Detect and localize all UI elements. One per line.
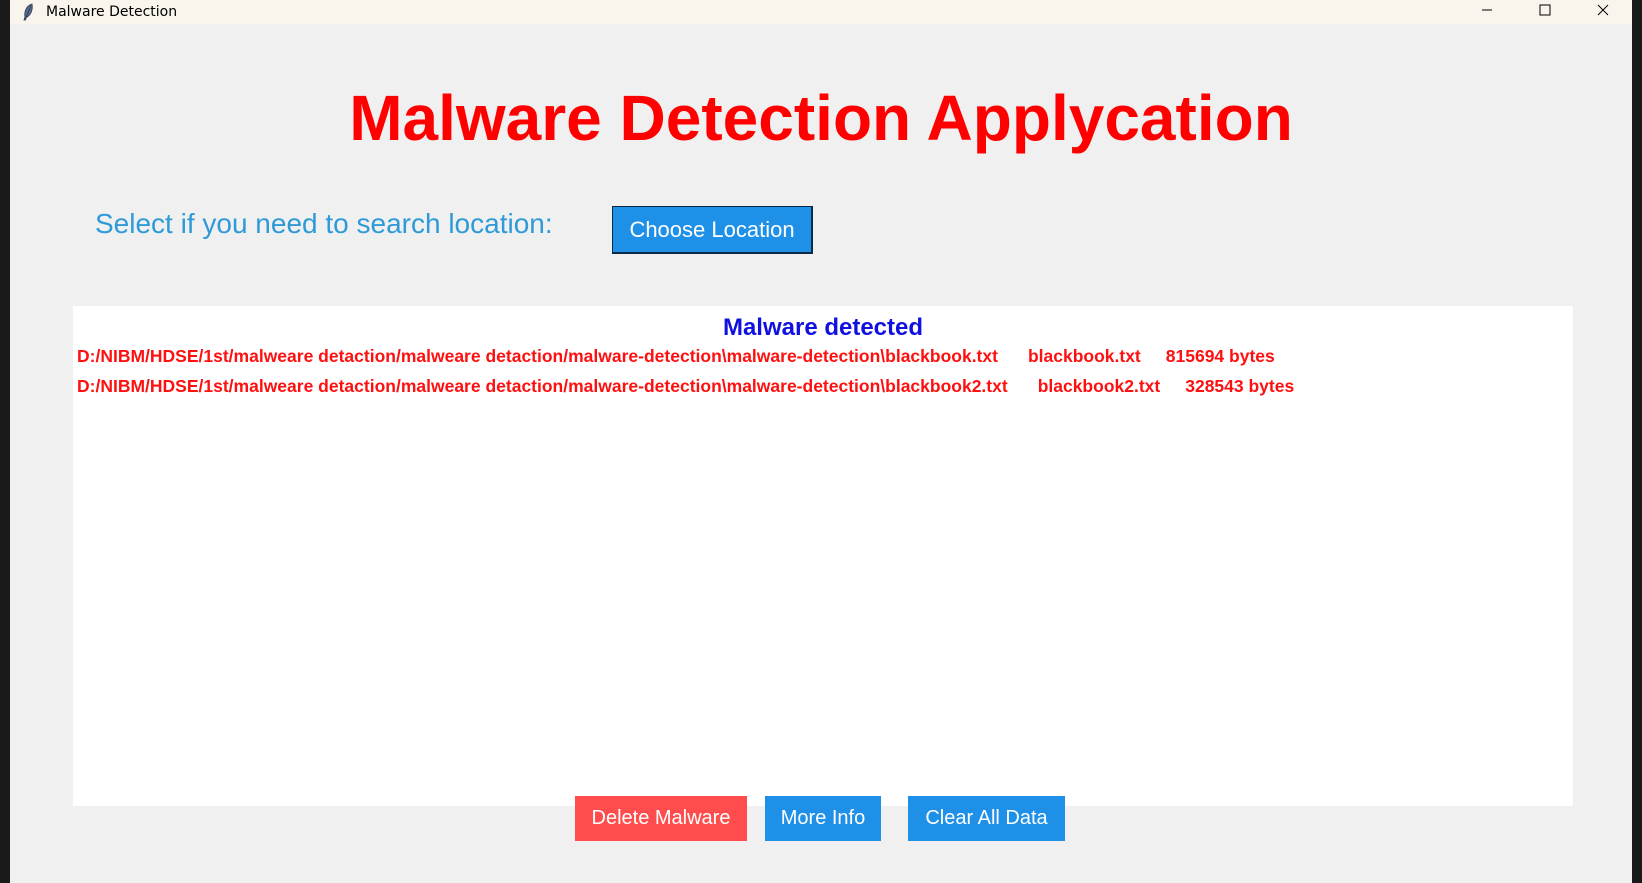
maximize-icon <box>1539 3 1551 21</box>
choose-location-button[interactable]: Choose Location <box>612 206 813 254</box>
maximize-button[interactable] <box>1516 0 1574 24</box>
title-bar: Malware Detection <box>10 0 1632 24</box>
result-path: D:/NIBM/HDSE/1st/malweare detaction/malw… <box>77 376 1008 396</box>
result-filename: blackbook.txt <box>1027 346 1141 366</box>
more-info-button[interactable]: More Info <box>765 796 881 841</box>
result-size: 815694 bytes <box>1165 346 1275 366</box>
result-filename: blackbook2.txt <box>1037 376 1161 396</box>
delete-malware-button[interactable]: Delete Malware <box>575 796 747 841</box>
result-row[interactable]: D:/NIBM/HDSE/1st/malweare detaction/malw… <box>77 346 1275 367</box>
results-panel: Malware detected D:/NIBM/HDSE/1st/malwea… <box>73 306 1573 806</box>
app-heading: Malware Detection Applycation <box>349 82 1293 154</box>
minimize-icon <box>1481 3 1493 21</box>
window-title: Malware Detection <box>46 4 178 20</box>
result-row[interactable]: D:/NIBM/HDSE/1st/malweare detaction/malw… <box>77 376 1294 397</box>
minimize-button[interactable] <box>1458 0 1516 24</box>
app-window: Malware Detection Malware Detection Appl… <box>10 0 1632 883</box>
feather-icon <box>22 3 36 21</box>
close-button[interactable] <box>1574 0 1632 24</box>
window-controls <box>1458 0 1632 24</box>
results-title: Malware detected <box>722 314 924 341</box>
search-location-label: Select if you need to search location: <box>95 208 553 239</box>
result-size: 328543 bytes <box>1185 376 1295 396</box>
close-icon <box>1597 3 1609 21</box>
clear-all-data-button[interactable]: Clear All Data <box>908 796 1065 841</box>
result-path: D:/NIBM/HDSE/1st/malweare detaction/malw… <box>77 346 998 366</box>
